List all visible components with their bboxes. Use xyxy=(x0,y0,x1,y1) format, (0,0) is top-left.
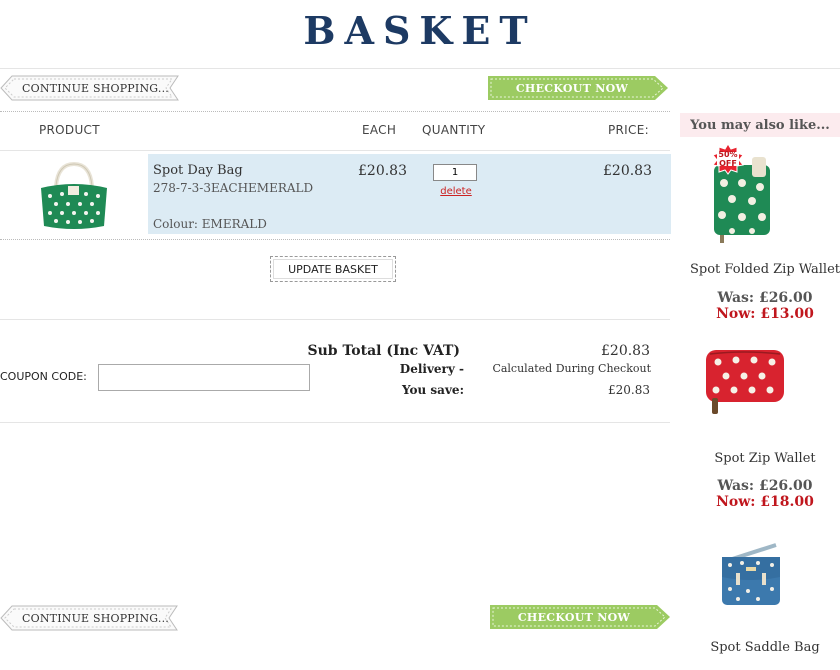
product-image-spot-day-bag[interactable] xyxy=(36,162,112,232)
page-title: BASKET xyxy=(303,8,537,53)
column-header-product: PRODUCT xyxy=(39,123,100,137)
sidebar-product-was-price: Was: £26.00 xyxy=(717,478,813,494)
row-divider xyxy=(0,239,670,240)
continue-shopping-label: CONTINUE SHOPPING... xyxy=(22,81,169,95)
coupon-code-label: COUPON CODE: xyxy=(0,370,87,383)
checkout-now-button-top[interactable]: CHECKOUT NOW xyxy=(487,75,669,101)
product-image-spot-saddle-bag[interactable] xyxy=(718,543,784,609)
continue-shopping-button-top[interactable]: CONTINUE SHOPPING... xyxy=(0,75,180,101)
totals-bottom-divider xyxy=(0,422,670,423)
sidebar-product-now-price: Now: £18.00 xyxy=(716,494,814,510)
continue-shopping-button-bottom[interactable]: CONTINUE SHOPPING... xyxy=(0,605,178,631)
checkout-now-label: CHECKOUT NOW xyxy=(517,610,631,624)
subtotal-label: Sub Total (Inc VAT) xyxy=(307,343,461,359)
quantity-input[interactable] xyxy=(433,164,477,181)
coupon-code-input[interactable] xyxy=(98,364,310,391)
header-divider xyxy=(0,111,670,112)
sidebar-product-name[interactable]: Spot Zip Wallet xyxy=(680,451,840,466)
subtotal-value: £20.83 xyxy=(601,343,650,359)
you-may-also-like-heading: You may also like... xyxy=(680,113,840,137)
sale-badge-text: 50% OFF xyxy=(718,150,738,168)
column-header-quantity: QUANTITY xyxy=(422,123,486,137)
table-header-divider xyxy=(0,150,670,151)
item-total-price: £20.83 xyxy=(603,163,652,179)
checkout-now-label: CHECKOUT NOW xyxy=(515,81,629,95)
totals-top-divider xyxy=(0,319,670,320)
checkout-now-button-bottom[interactable]: CHECKOUT NOW xyxy=(489,604,671,630)
column-header-price: PRICE: xyxy=(608,123,649,137)
update-basket-button[interactable]: UPDATE BASKET xyxy=(270,256,396,282)
delivery-label: Delivery - xyxy=(399,362,464,376)
item-name[interactable]: Spot Day Bag xyxy=(153,163,243,178)
item-colour: Colour: EMERALD xyxy=(153,217,267,231)
you-save-label: You save: xyxy=(402,383,464,397)
sidebar-product-name[interactable]: Spot Saddle Bag xyxy=(680,640,840,655)
continue-shopping-label: CONTINUE SHOPPING... xyxy=(22,611,169,625)
column-header-each: EACH xyxy=(362,123,397,137)
sidebar-product-name[interactable]: Spot Folded Zip Wallet xyxy=(680,262,840,277)
title-divider xyxy=(0,68,840,69)
product-image-spot-zip-wallet[interactable] xyxy=(704,348,788,418)
delivery-value: Calculated During Checkout xyxy=(492,362,651,375)
sidebar-product-was-price: Was: £26.00 xyxy=(717,290,813,306)
sidebar-product-now-price: Now: £13.00 xyxy=(716,306,814,322)
item-sku: 278-7-3-3EACHEMERALD xyxy=(153,181,314,195)
sale-badge: 50% OFF xyxy=(712,143,744,175)
you-save-value: £20.83 xyxy=(608,383,650,397)
delete-link[interactable]: delete xyxy=(432,186,480,197)
item-each-price: £20.83 xyxy=(358,163,407,179)
